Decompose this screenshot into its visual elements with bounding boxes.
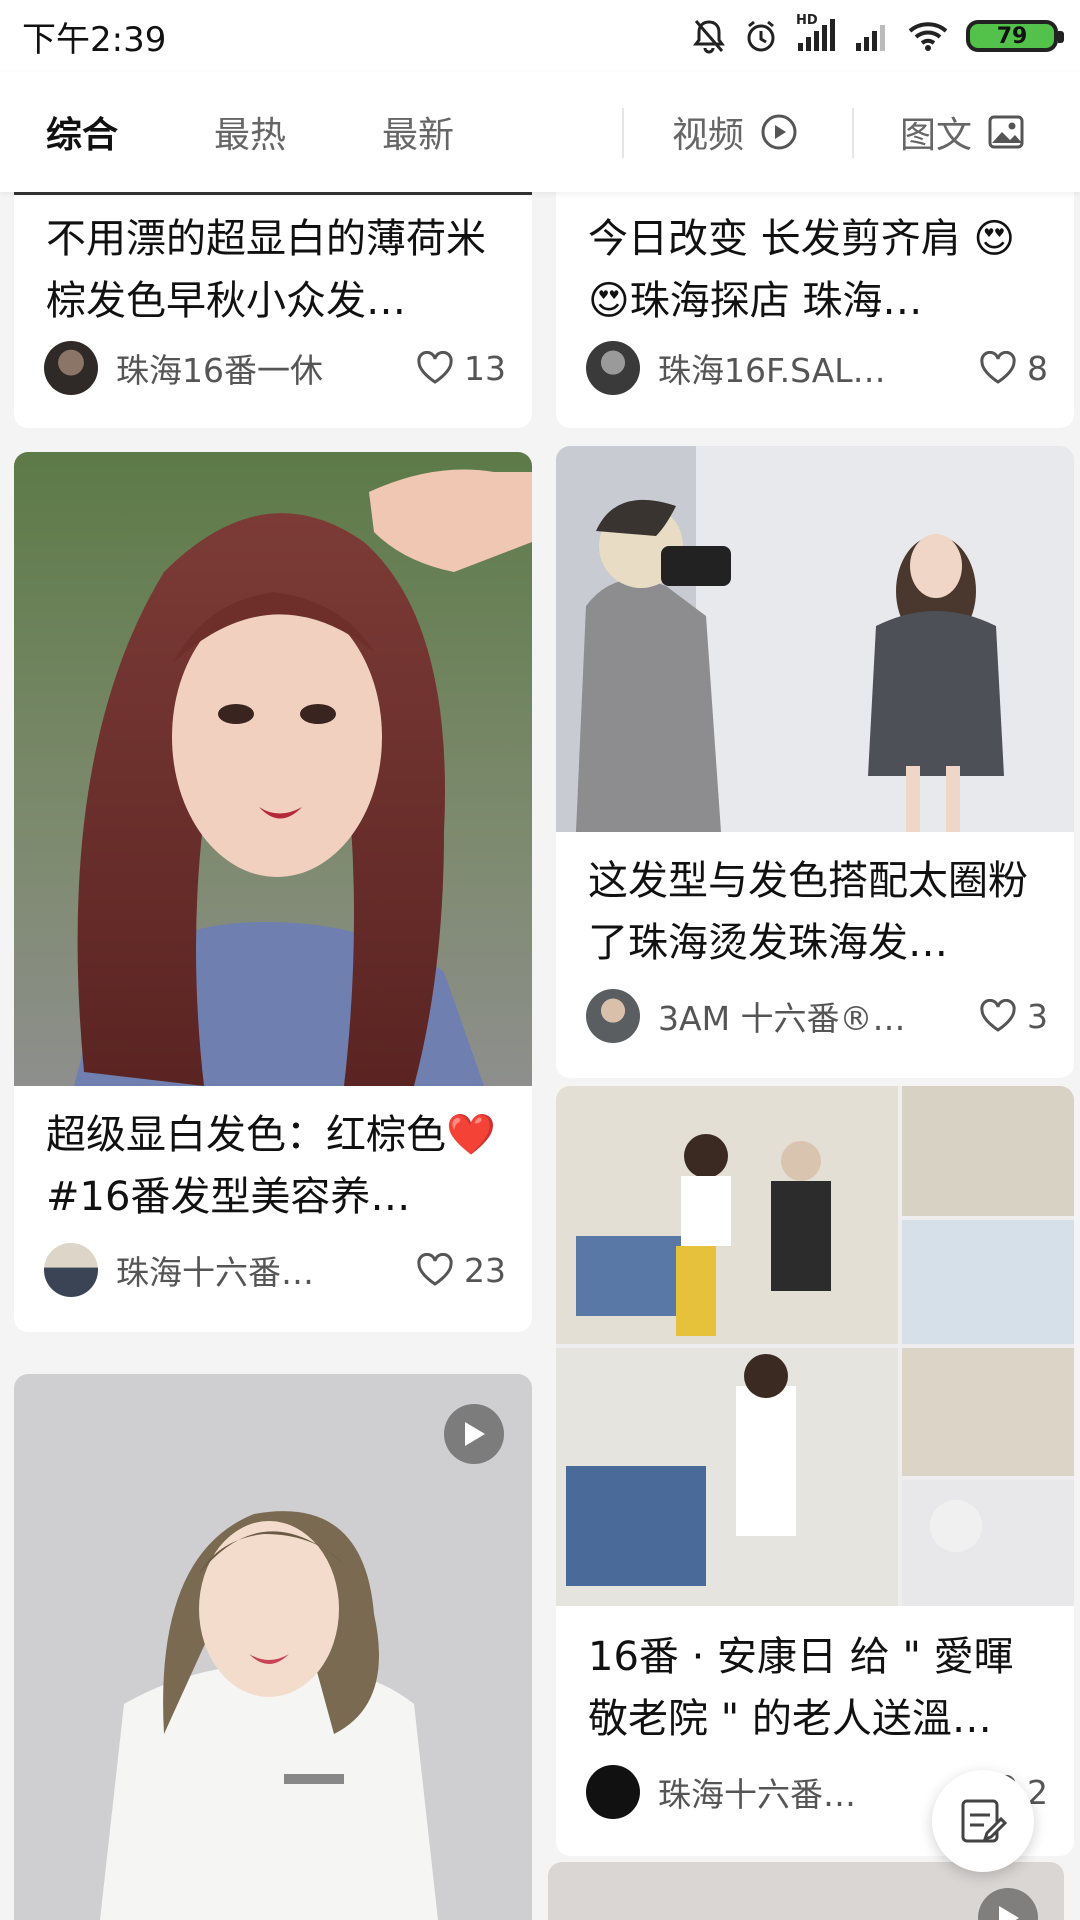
like-count: 8 [1027,348,1048,388]
like-button[interactable]: 23 [416,1251,506,1290]
tab-hottest-label: 最热 [214,115,287,156]
heart-outline-icon [417,351,453,384]
post-meta: 珠海16F.SAL… 8 [586,338,1048,398]
post-title: 这发型与发色搭配太圈粉了珠海烫发珠海发… [588,858,1028,966]
like-count: 13 [464,348,506,388]
bell-off-icon [692,18,726,54]
post-title: 超级显白发色：红棕色❤️ #16番发型美容养… [46,1112,496,1220]
photo-edge [14,192,532,195]
tab-hottest[interactable]: 最热 [214,72,286,192]
post-card[interactable]: 这发型与发色搭配太圈粉了珠海烫发珠海发… 3AM 十六番®… 3 [556,446,1074,1078]
post-photo[interactable] [556,1086,1074,1606]
post-meta: 珠海16番一休 13 [44,338,506,398]
tab-text-image-label: 图文 [900,115,973,156]
alarm-icon [744,18,778,54]
status-time: 下午2:39 [22,19,167,60]
post-card[interactable] [14,1374,532,1920]
like-button[interactable]: 8 [979,349,1048,388]
post-title: 今日改变 长发剪齐肩 😍😍珠海探店 珠海… [588,216,1016,324]
post-title: 不用漂的超显白的薄荷米棕发色早秋小众发… [46,216,486,324]
tab-newest-label: 最新 [382,115,455,156]
like-button[interactable]: 3 [979,997,1048,1036]
status-icons: HD 79 [692,13,1064,54]
hd-label: HD [796,13,818,28]
tab-newest[interactable]: 最新 [382,72,454,192]
post-card[interactable]: 不用漂的超显白的薄荷米棕发色早秋小众发… 珠海16番一休 13 [14,192,532,428]
like-count: 23 [464,1250,506,1290]
content-feed[interactable]: 不用漂的超显白的薄荷米棕发色早秋小众发… 珠海16番一休 13 今日改变 长发剪… [0,192,1080,1920]
battery-indicator: 79 [966,20,1064,52]
play-icon [999,1906,1019,1920]
tab-divider [622,108,624,158]
compose-icon [961,1799,1008,1843]
heart-outline-icon [417,1253,453,1286]
signal-icon: HD [796,13,836,53]
heart-outline-icon [980,999,1016,1032]
post-title: 16番 · 安康日 给 " 愛暉敬老院 " 的老人送溫… [588,1634,1014,1742]
post-meta: 珠海十六番… 23 [44,1240,506,1300]
tab-comprehensive-label: 综合 [46,115,119,156]
author-name[interactable]: 珠海十六番… [116,1246,398,1294]
author-name[interactable]: 3AM 十六番®… [658,992,961,1040]
play-circle-icon [760,113,798,151]
tab-text-image[interactable]: 图文 [900,72,1024,192]
status-bar: 下午2:39 HD 79 [0,0,1080,72]
wifi-icon [908,20,948,52]
like-count: 3 [1027,996,1048,1036]
post-meta: 3AM 十六番®… 3 [586,986,1048,1046]
image-icon [988,115,1024,149]
signal-icon-2 [854,19,890,53]
tab-divider [852,108,854,158]
post-card[interactable]: 超级显白发色：红棕色❤️ #16番发型美容养… 珠海十六番… 23 [14,452,532,1332]
author-name[interactable]: 珠海16F.SAL… [658,344,961,392]
post-photo[interactable] [556,446,1074,832]
video-badge [444,1404,504,1464]
post-card[interactable]: 今日改变 长发剪齐肩 😍😍珠海探店 珠海… 珠海16F.SAL… 8 [556,192,1074,428]
heart-outline-icon [980,351,1016,384]
tab-video[interactable]: 视频 [672,72,798,192]
avatar[interactable] [586,989,640,1043]
filter-tab-bar: 综合 最热 最新 视频 图文 [0,72,1080,192]
like-button[interactable]: 13 [416,349,506,388]
avatar[interactable] [44,1243,98,1297]
compose-button[interactable] [932,1770,1034,1872]
post-photo[interactable] [14,452,532,1086]
tab-comprehensive[interactable]: 综合 [46,72,118,192]
avatar[interactable] [586,1765,640,1819]
avatar[interactable] [44,341,98,395]
play-icon [465,1422,485,1446]
author-name[interactable]: 珠海十六番… [658,1768,961,1816]
author-name[interactable]: 珠海16番一休 [116,344,398,392]
tab-video-label: 视频 [672,115,745,156]
post-card[interactable]: 16番 · 安康日 给 " 愛暉敬老院 " 的老人送溫… 珠海十六番… 2 [556,1086,1074,1856]
avatar[interactable] [586,341,640,395]
